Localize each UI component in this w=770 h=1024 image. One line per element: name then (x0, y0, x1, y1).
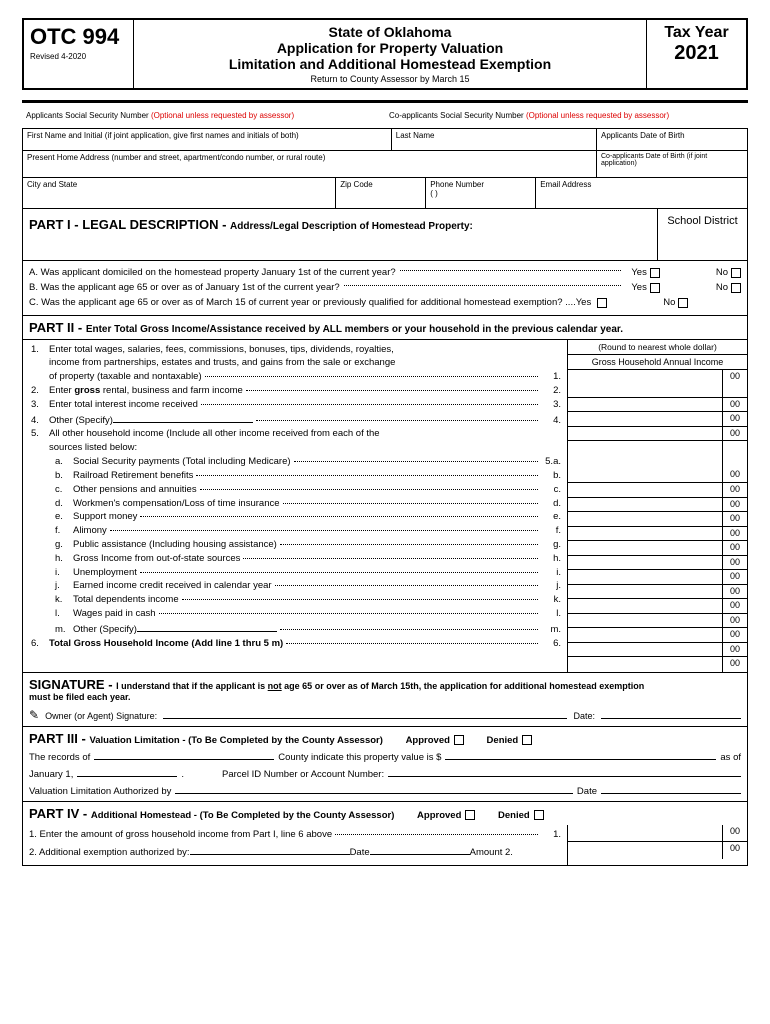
signature-field[interactable] (163, 709, 567, 719)
part1-header: PART I - LEGAL DESCRIPTION - Address/Leg… (22, 209, 748, 261)
line2-text: Enter gross rental, business and farm in… (49, 385, 243, 398)
signature-section: SIGNATURE - I understand that if the app… (22, 673, 748, 727)
email-field[interactable]: Email Address (536, 178, 747, 208)
part2-body: 1.Enter total wages, salaries, fees, com… (22, 340, 748, 673)
amt-5e[interactable] (568, 527, 723, 541)
amt-5c[interactable] (568, 498, 723, 512)
amt-5l[interactable] (568, 628, 723, 642)
p4-auth-field[interactable] (190, 845, 350, 855)
amt-6[interactable] (568, 657, 723, 672)
amt-2[interactable] (568, 398, 723, 412)
revised-date: Revised 4-2020 (30, 52, 127, 61)
p3-denied[interactable]: Denied (487, 735, 533, 746)
part1-questions: A. Was applicant domiciled on the homest… (22, 261, 748, 316)
city-state-field[interactable]: City and State (23, 178, 336, 208)
part4-header: PART IV - Additional Homestead - (To Be … (22, 802, 748, 825)
divider (22, 100, 748, 103)
last-name-field[interactable]: Last Name (392, 129, 597, 150)
qa-no[interactable]: No (716, 265, 741, 280)
amt-5d[interactable] (568, 512, 723, 526)
amt-5i[interactable] (568, 585, 723, 599)
amt-5a[interactable] (568, 441, 723, 482)
parcel-field[interactable] (388, 767, 741, 777)
line3-text: Enter total interest income received (49, 399, 198, 412)
owner-sig-label: Owner (or Agent) Signature: (45, 711, 157, 721)
amt-1[interactable] (568, 370, 723, 397)
p4-approved[interactable]: Approved (417, 810, 475, 821)
first-name-field[interactable]: First Name and Initial (if joint applica… (23, 129, 392, 150)
phone-field[interactable]: Phone Number( ) (426, 178, 536, 208)
line1-text: Enter total wages, salaries, fees, commi… (49, 344, 394, 357)
zip-field[interactable]: Zip Code (336, 178, 426, 208)
jan-date-field[interactable] (77, 767, 177, 777)
amt-4[interactable] (568, 427, 723, 441)
sig-date-field[interactable] (601, 709, 741, 719)
part1-title: PART I - LEGAL DESCRIPTION - (29, 217, 230, 232)
applicant-ssn-label: Applicants Social Security Number (Optio… (22, 109, 385, 128)
amt-5g[interactable] (568, 556, 723, 570)
form-code: OTC 994 (30, 24, 127, 50)
pen-icon: ✎ (29, 708, 39, 722)
amt-5m[interactable] (568, 643, 723, 657)
tax-year-label: Tax Year (653, 24, 740, 42)
school-district-field[interactable]: School District (657, 209, 747, 260)
p4-date-field[interactable] (370, 845, 470, 855)
state-name: State of Oklahoma (140, 24, 640, 40)
value-field[interactable] (445, 750, 716, 760)
part2-header: PART II - Enter Total Gross Income/Assis… (22, 316, 748, 340)
applicant-dob-field[interactable]: Applicants Date of Birth (597, 129, 747, 150)
part3-section: PART III - Valuation Limitation - (To Be… (22, 727, 748, 802)
line4-text: Other (Specify) (49, 415, 113, 428)
qc-no[interactable]: No (663, 295, 688, 310)
tax-year: 2021 (653, 42, 740, 65)
p4-denied[interactable]: Denied (498, 810, 544, 821)
county-field[interactable] (94, 750, 274, 760)
p4-amt-1[interactable] (568, 825, 723, 841)
title-1: Application for Property Valuation (140, 40, 640, 56)
qb-yes[interactable]: Yes (631, 280, 660, 295)
amt-5k[interactable] (568, 614, 723, 628)
p4-amt-2[interactable] (568, 842, 723, 859)
p3-date-field[interactable] (601, 784, 741, 794)
income-col-header: Gross Household Annual Income (568, 354, 747, 370)
amt-5b[interactable] (568, 483, 723, 497)
amt-5h[interactable] (568, 570, 723, 584)
qc-yes[interactable] (597, 298, 607, 308)
applicant-info-grid: First Name and Initial (if joint applica… (22, 128, 748, 209)
question-a: A. Was applicant domiciled on the homest… (29, 265, 396, 280)
question-c: C. Was the applicant age 65 or over as o… (29, 295, 591, 310)
address-field[interactable]: Present Home Address (number and street,… (23, 151, 597, 177)
round-note: (Round to nearest whole dollar) (568, 340, 747, 354)
sig-date-label: Date: (573, 711, 595, 721)
qb-no[interactable]: No (716, 280, 741, 295)
question-b: B. Was the applicant age 65 or over as o… (29, 280, 340, 295)
amt-5f[interactable] (568, 541, 723, 555)
coapplicant-dob-field[interactable]: Co-applicants Date of Birth (if joint ap… (597, 151, 747, 177)
return-by: Return to County Assessor by March 15 (140, 74, 640, 84)
auth-field[interactable] (175, 784, 573, 794)
line5-text: All other household income (Include all … (49, 428, 380, 441)
amt-3[interactable] (568, 412, 723, 426)
form-header: OTC 994 Revised 4-2020 State of Oklahoma… (22, 18, 748, 90)
part4-body: 1. Enter the amount of gross household i… (22, 825, 748, 867)
amt-5j[interactable] (568, 599, 723, 613)
part1-desc: Address/Legal Description of Homestead P… (230, 221, 473, 232)
coapplicant-ssn-label: Co-applicants Social Security Number (Op… (385, 109, 748, 128)
title-2: Limitation and Additional Homestead Exem… (140, 56, 640, 72)
ssn-row: Applicants Social Security Number (Optio… (22, 109, 748, 128)
p3-approved[interactable]: Approved (406, 735, 464, 746)
qa-yes[interactable]: Yes (631, 265, 660, 280)
